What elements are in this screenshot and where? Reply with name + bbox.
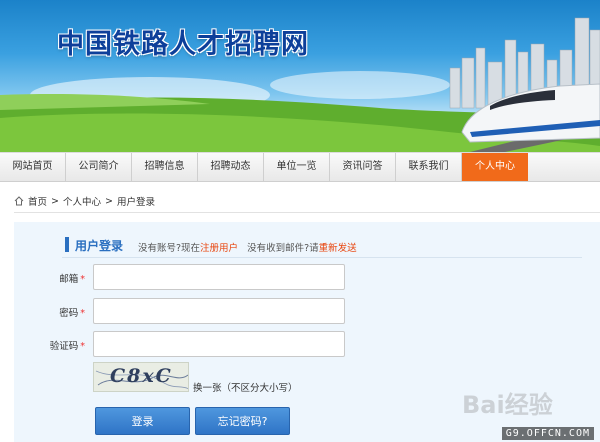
main-nav: 网站首页 公司简介 招聘信息 招聘动态 单位一览 资讯问答 联系我们 个人中心: [0, 152, 600, 182]
captcha-label: 验证码 *: [49, 341, 85, 352]
nav-item-units[interactable]: 单位一览: [264, 153, 330, 181]
register-link[interactable]: 注册用户: [200, 243, 238, 254]
site-title: 中国铁路人才招聘网: [57, 29, 309, 60]
tip-no-account: 没有账号?现在: [138, 243, 201, 254]
breadcrumb-home[interactable]: 首页: [28, 194, 47, 208]
nav-item-about[interactable]: 公司简介: [66, 153, 132, 181]
nav-item-contact[interactable]: 联系我们: [396, 153, 462, 181]
refresh-captcha-link[interactable]: 换一张（不区分大小写）: [193, 380, 298, 394]
nav-item-home[interactable]: 网站首页: [0, 153, 66, 181]
breadcrumb-separator: >: [105, 195, 113, 207]
home-icon: [14, 196, 24, 206]
password-field[interactable]: [93, 298, 345, 324]
captcha-image[interactable]: C8xC: [93, 362, 189, 392]
breadcrumb-personal-center[interactable]: 个人中心: [63, 194, 101, 208]
nav-item-personal-center[interactable]: 个人中心: [462, 153, 528, 181]
forgot-password-button[interactable]: 忘记密码?: [195, 407, 290, 435]
nav-item-news[interactable]: 招聘动态: [198, 153, 264, 181]
tip-no-mail: 没有收到邮件?请: [247, 243, 319, 254]
title-accent-bar: [65, 237, 69, 252]
breadcrumb: 首页 > 个人中心 > 用户登录: [14, 194, 155, 208]
captcha-field[interactable]: [93, 331, 345, 357]
nav-item-jobs[interactable]: 招聘信息: [132, 153, 198, 181]
password-label: 密码 *: [59, 308, 85, 319]
register-tip: 没有账号?现在注册用户 没有收到邮件?请重新发送: [138, 240, 357, 254]
breadcrumb-divider: [14, 212, 600, 213]
email-field[interactable]: [93, 264, 345, 290]
baidu-watermark: Bai经验: [462, 391, 553, 419]
breadcrumb-separator: >: [51, 195, 59, 207]
resend-link[interactable]: 重新发送: [319, 243, 357, 254]
site-watermark: G9.OFFCN.COM: [501, 427, 594, 440]
login-button[interactable]: 登录: [95, 407, 190, 435]
captcha-text: C8xC: [110, 365, 173, 387]
required-mark: *: [80, 274, 85, 285]
login-title: 用户登录: [75, 239, 124, 253]
header-banner: 中国铁路人才招聘网: [0, 0, 600, 152]
breadcrumb-current: 用户登录: [116, 197, 155, 208]
email-label: 邮箱 *: [59, 274, 85, 285]
nav-item-qa[interactable]: 资讯问答: [330, 153, 396, 181]
required-mark: *: [80, 308, 85, 319]
required-mark: *: [80, 341, 85, 352]
title-divider: [62, 257, 582, 258]
